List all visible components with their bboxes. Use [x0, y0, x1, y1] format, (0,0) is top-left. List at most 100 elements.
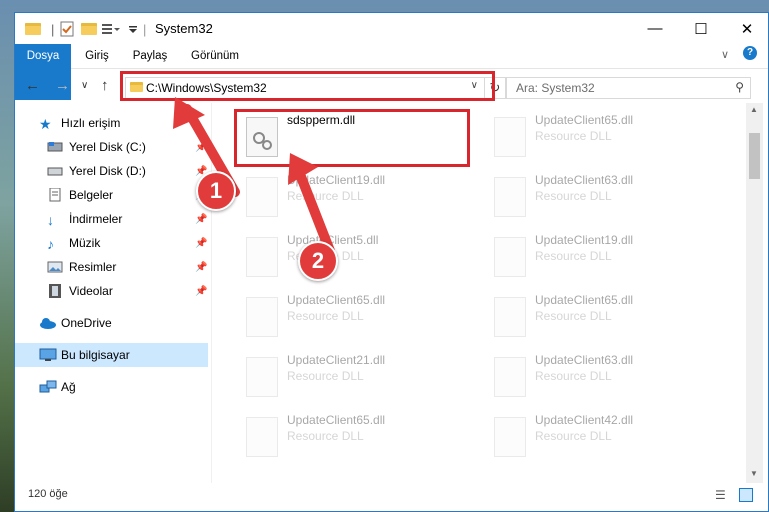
up-arrow-icon[interactable]: ↑	[101, 77, 109, 94]
star-icon: ★	[39, 116, 52, 132]
help-icon[interactable]: ?	[743, 46, 757, 60]
file-name: UpdateClient42.dll	[535, 413, 634, 427]
view-icon[interactable]	[101, 20, 121, 38]
sidebar-item-pictures[interactable]: Resimler 📌	[15, 255, 208, 279]
file-name: UpdateClient65.dll	[535, 113, 634, 127]
file-type: Resource DLL	[535, 369, 612, 383]
sidebar-item-downloads[interactable]: ↓ İndirmeler 📌	[15, 207, 208, 231]
properties-icon[interactable]	[59, 20, 75, 38]
file-item[interactable]: UpdateClient65.dll Resource DLL	[238, 411, 478, 467]
minimize-button[interactable]: —	[632, 13, 678, 44]
title-bar: | | System32 — ☐ ✕	[15, 13, 768, 44]
file-name: UpdateClient19.dll	[535, 233, 634, 247]
sidebar-item-videos[interactable]: Videolar 📌	[15, 279, 208, 303]
computer-icon	[39, 348, 57, 362]
sidebar-item-label: Bu bilgisayar	[61, 348, 130, 362]
sidebar-item-label: Yerel Disk (D:)	[69, 164, 146, 178]
file-type: Resource DLL	[535, 249, 612, 263]
scroll-down-icon[interactable]: ▼	[750, 469, 758, 478]
file-item[interactable]: UpdateClient19.dll Resource DLL	[486, 231, 726, 287]
sidebar-item-this-pc[interactable]: Bu bilgisayar	[15, 343, 208, 367]
scroll-up-icon[interactable]: ▲	[750, 105, 758, 114]
sidebar-item-music[interactable]: ♪ Müzik 📌	[15, 231, 208, 255]
file-item[interactable]: UpdateClient42.dll Resource DLL	[486, 411, 726, 467]
tab-paylas[interactable]: Paylaş	[127, 44, 173, 68]
maximize-button[interactable]: ☐	[678, 13, 724, 44]
search-placeholder: Ara: System32	[516, 81, 595, 95]
back-arrow-icon[interactable]: ←	[25, 77, 40, 94]
sidebar-item-label: Yerel Disk (C:)	[69, 140, 146, 154]
file-type: Resource DLL	[535, 189, 612, 203]
file-item[interactable]: UpdateClient65.dll Resource DLL	[238, 291, 478, 347]
sidebar-item-label: Müzik	[69, 236, 101, 250]
dll-file-icon	[246, 357, 278, 397]
recent-locations-chevron-icon[interactable]: ∨	[81, 80, 88, 91]
music-note-icon: ♪	[47, 236, 54, 252]
pin-icon: 📌	[195, 213, 208, 225]
file-item[interactable]: UpdateClient63.dll Resource DLL	[486, 351, 726, 407]
dll-file-icon	[494, 177, 526, 217]
sidebar-item-label: OneDrive	[61, 316, 112, 330]
sidebar-item-network[interactable]: Ağ	[15, 375, 208, 399]
sidebar-item-label: Belgeler	[69, 188, 114, 202]
pin-icon: 📌	[195, 261, 208, 273]
file-type: Resource DLL	[287, 369, 364, 383]
dll-file-icon	[246, 237, 278, 277]
dll-file-icon	[246, 297, 278, 337]
search-input[interactable]: Ara: System32 ⚲	[506, 77, 751, 99]
file-type: Resource DLL	[287, 429, 364, 443]
window-title: System32	[155, 21, 213, 36]
sidebar-item-label: Hızlı erişim	[61, 116, 121, 130]
tab-gorunum[interactable]: Görünüm	[185, 44, 245, 68]
separator: |	[51, 21, 55, 37]
file-type: Resource DLL	[535, 129, 612, 143]
file-type: Resource DLL	[287, 309, 364, 323]
chevron-down-icon[interactable]: ∨	[721, 48, 729, 61]
sidebar-item-label: İndirmeler	[69, 212, 123, 226]
tab-giris[interactable]: Giriş	[77, 44, 117, 68]
dll-file-icon	[246, 417, 278, 457]
file-item[interactable]: UpdateClient65.dll Resource DLL	[486, 291, 726, 347]
file-type: Resource DLL	[535, 309, 612, 323]
dll-file-icon	[494, 117, 526, 157]
dll-file-icon	[494, 357, 526, 397]
details-view-icon[interactable]: ☰	[715, 488, 726, 502]
file-name: UpdateClient63.dll	[535, 173, 634, 187]
documents-icon	[47, 187, 63, 202]
scroll-thumb[interactable]	[749, 133, 760, 179]
sidebar-item-label: Resimler	[69, 260, 117, 274]
download-arrow-icon: ↓	[47, 212, 54, 228]
file-name: UpdateClient65.dll	[287, 413, 386, 427]
step-badge-2: 2	[298, 241, 338, 281]
vertical-scrollbar[interactable]: ▲ ▼	[746, 103, 763, 483]
pictures-icon	[47, 260, 63, 274]
status-bar: 120 öğe ☰	[15, 483, 768, 511]
large-icons-view-icon[interactable]	[739, 488, 753, 502]
sidebar-item-label: Ağ	[61, 380, 76, 394]
close-button[interactable]: ✕	[724, 13, 769, 44]
sidebar-item-label: Videolar	[69, 284, 113, 298]
separator: |	[143, 21, 147, 37]
ribbon: Dosya Giriş Paylaş Görünüm ∨ ?	[15, 44, 768, 100]
dll-file-icon	[494, 297, 526, 337]
drive-icon	[47, 140, 63, 154]
explorer-window: | | System32 — ☐ ✕ Dosya Giriş Paylaş Gö…	[14, 12, 769, 512]
file-item[interactable]: UpdateClient21.dll Resource DLL	[238, 351, 478, 407]
file-item[interactable]: UpdateClient65.dll Resource DLL	[486, 111, 726, 167]
network-icon	[39, 380, 57, 394]
step-badge-1: 1	[196, 171, 236, 211]
item-count: 120 öğe	[28, 488, 68, 500]
sidebar-item-onedrive[interactable]: OneDrive	[15, 311, 208, 335]
dll-file-icon	[494, 237, 526, 277]
search-icon: ⚲	[735, 80, 744, 94]
customize-toolbar-icon[interactable]	[127, 20, 139, 38]
cloud-icon	[39, 316, 56, 330]
film-icon	[47, 284, 63, 298]
new-folder-icon[interactable]	[81, 20, 97, 38]
file-name: UpdateClient63.dll	[535, 353, 634, 367]
pin-icon: 📌	[195, 285, 208, 297]
pin-icon: 📌	[195, 237, 208, 249]
file-item[interactable]: UpdateClient63.dll Resource DLL	[486, 171, 726, 227]
forward-arrow-icon[interactable]: →	[55, 77, 70, 94]
file-type: Resource DLL	[535, 429, 612, 443]
